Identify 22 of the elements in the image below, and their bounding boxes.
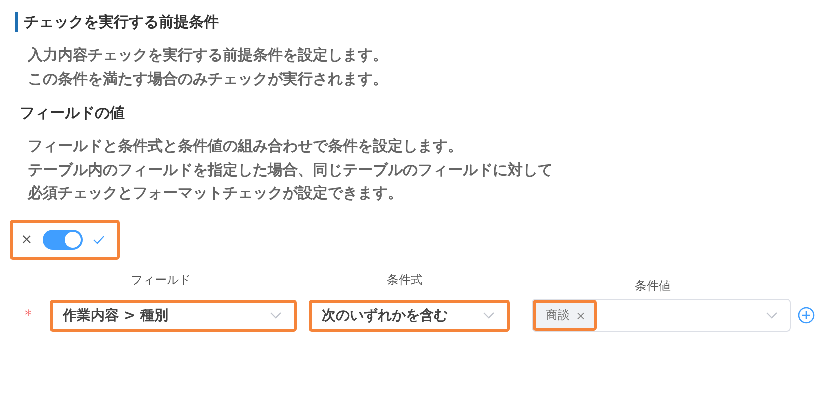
add-icon[interactable]	[798, 307, 815, 324]
off-label: ×	[21, 232, 33, 248]
description-line: 入力内容チェックを実行する前提条件を設定します。	[28, 45, 389, 66]
value-select[interactable]: 商談 ×	[532, 299, 791, 332]
chevron-down-icon	[270, 312, 282, 319]
toggle-switch[interactable]	[42, 230, 83, 250]
description-line: この条件を満たす場合のみチェックが実行されます。	[28, 68, 389, 90]
tag-label: 商談	[546, 307, 570, 324]
column-header: 条件値	[635, 278, 671, 294]
column-header: 条件式	[387, 272, 423, 288]
chevron-down-icon	[483, 312, 495, 319]
check-icon	[92, 234, 105, 244]
column-header: フィールド	[131, 272, 191, 288]
field-select[interactable]: 作業内容 > 種別	[50, 300, 297, 332]
operator-select[interactable]: 次のいずれかを含む	[309, 300, 510, 332]
chevron-down-icon	[766, 312, 778, 319]
description-line: 必須チェックとフォーマットチェックが設定できます。	[28, 183, 404, 204]
description-line: フィールドと条件式と条件値の組み合わせで条件を設定します。	[28, 136, 464, 157]
section-title: チェックを実行する前提条件	[15, 12, 831, 32]
description-line: テーブル内のフィールドを指定した場合、同じテーブルのフィールドに対して	[28, 160, 554, 180]
subsection-title: フィールドの値	[20, 103, 126, 123]
required-mark: *	[24, 308, 33, 324]
